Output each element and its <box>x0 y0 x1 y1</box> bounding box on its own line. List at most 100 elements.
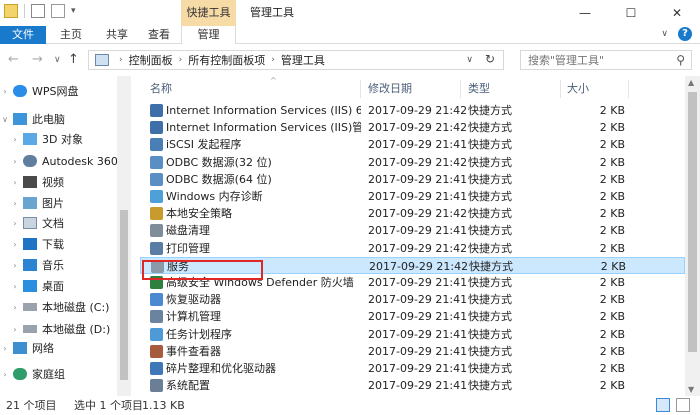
nav-item-music[interactable]: › 音乐 <box>10 254 64 276</box>
file-row[interactable]: 计算机管理 2017-09-29 21:41 快捷方式 2 KB <box>140 308 685 325</box>
nav-scrollbar[interactable] <box>117 76 131 396</box>
column-separator[interactable] <box>460 80 461 98</box>
file-row[interactable]: ODBC 数据源(32 位) 2017-09-29 21:42 快捷方式 2 KB <box>140 154 685 171</box>
file-row[interactable]: Internet Information Services (IIS) 6.0.… <box>140 102 685 119</box>
column-separator[interactable] <box>628 80 629 98</box>
file-list-scrollbar[interactable]: ▲ ▼ <box>685 76 700 396</box>
tab-manage[interactable]: 管理 <box>181 26 236 45</box>
highlight-annotation-box <box>142 260 263 280</box>
nav-item-videos[interactable]: › 视频 <box>10 171 64 193</box>
document-icon <box>23 217 37 229</box>
nav-item-downloads[interactable]: › 下载 <box>10 233 64 255</box>
file-date: 2017-09-29 21:42 <box>368 207 468 221</box>
address-bar[interactable]: › 控制面板 › 所有控制面板项 › 管理工具 ∨ ↻ <box>88 50 504 70</box>
tab-view[interactable]: 查看 <box>142 26 176 44</box>
breadcrumb-control-panel[interactable]: 控制面板 <box>129 52 173 68</box>
expand-icon[interactable]: › <box>10 199 20 208</box>
breadcrumb-admin-tools[interactable]: 管理工具 <box>281 52 325 68</box>
expand-icon[interactable]: › <box>10 157 20 166</box>
file-list-scrollbar-thumb[interactable] <box>688 92 697 352</box>
new-folder-icon[interactable] <box>51 4 65 18</box>
file-row[interactable]: 任务计划程序 2017-09-29 21:41 快捷方式 2 KB <box>140 326 685 343</box>
column-header-date[interactable]: 修改日期 <box>368 78 412 100</box>
sort-ascending-icon: ^ <box>270 76 277 85</box>
search-icon[interactable]: ⚲ <box>676 53 685 67</box>
scroll-down-icon[interactable]: ▼ <box>688 385 694 394</box>
expand-icon[interactable]: › <box>10 325 20 334</box>
breadcrumb-separator-icon[interactable]: › <box>119 55 123 65</box>
nav-item-homegroup[interactable]: › 家庭组 <box>0 363 65 385</box>
picture-icon <box>23 197 37 209</box>
file-type: 快捷方式 <box>468 293 512 307</box>
nav-item-documents[interactable]: › 文档 <box>10 212 64 234</box>
expand-icon[interactable]: › <box>10 261 20 270</box>
item-count: 21 个项目 <box>6 399 57 412</box>
expand-icon[interactable]: › <box>0 87 10 96</box>
large-icons-view-icon[interactable] <box>676 398 690 412</box>
details-view-icon[interactable] <box>656 398 670 412</box>
file-row[interactable]: 碎片整理和优化驱动器 2017-09-29 21:41 快捷方式 2 KB <box>140 360 685 377</box>
nav-item-wps-cloud[interactable]: › WPS网盘 <box>0 80 79 102</box>
nav-item-label: 此电脑 <box>32 113 65 126</box>
chevron-down-icon[interactable]: ▾ <box>71 6 76 16</box>
music-icon <box>23 259 37 271</box>
search-input[interactable] <box>528 53 668 67</box>
nav-item-pictures[interactable]: › 图片 <box>10 192 64 214</box>
expand-icon[interactable]: › <box>10 135 20 144</box>
column-header-name[interactable]: 名称 <box>150 78 172 100</box>
file-row[interactable]: 打印管理 2017-09-29 21:42 快捷方式 2 KB <box>140 240 685 257</box>
nav-item-desktop[interactable]: › 桌面 <box>10 275 64 297</box>
scroll-up-icon[interactable]: ▲ <box>688 78 694 87</box>
file-row[interactable]: Internet Information Services (IIS)管... 2… <box>140 119 685 136</box>
tab-share[interactable]: 共享 <box>100 26 134 44</box>
column-header-size[interactable]: 大小 <box>567 78 589 100</box>
nav-item-this-pc[interactable]: ∨ 此电脑 <box>0 108 65 130</box>
expand-icon[interactable]: › <box>10 219 20 228</box>
tab-home[interactable]: 主页 <box>56 26 86 44</box>
expand-icon[interactable]: › <box>10 240 20 249</box>
refresh-icon[interactable]: ↻ <box>485 52 495 66</box>
help-icon[interactable]: ? <box>678 27 692 41</box>
file-row[interactable]: 恢复驱动器 2017-09-29 21:41 快捷方式 2 KB <box>140 291 685 308</box>
column-header-type[interactable]: 类型 <box>468 78 490 100</box>
file-row[interactable]: Windows 内存诊断 2017-09-29 21:41 快捷方式 2 KB <box>140 188 685 205</box>
file-row[interactable]: 本地安全策略 2017-09-29 21:42 快捷方式 2 KB <box>140 205 685 222</box>
address-dropdown-icon[interactable]: ∨ <box>466 55 473 65</box>
drive-icon <box>23 303 37 311</box>
expand-icon[interactable]: › <box>10 303 20 312</box>
breadcrumb-separator-icon[interactable]: › <box>271 55 275 65</box>
forward-arrow-icon[interactable]: → <box>32 52 43 67</box>
breadcrumb-all-items[interactable]: 所有控制面板项 <box>188 52 265 68</box>
nav-item-autodesk[interactable]: › Autodesk 360 <box>10 150 118 172</box>
expand-icon[interactable]: › <box>0 370 10 379</box>
nav-item-label: 网络 <box>32 342 54 355</box>
minimize-button[interactable]: — <box>562 0 608 26</box>
back-arrow-icon[interactable]: ← <box>8 52 19 67</box>
column-separator[interactable] <box>360 80 361 98</box>
expand-icon[interactable]: › <box>0 344 10 353</box>
file-row[interactable]: 系统配置 2017-09-29 21:41 快捷方式 2 KB <box>140 377 685 394</box>
nav-scrollbar-thumb[interactable] <box>120 210 128 380</box>
nav-item-drive-c[interactable]: › 本地磁盘 (C:) <box>10 296 109 318</box>
file-row[interactable]: ODBC 数据源(64 位) 2017-09-29 21:41 快捷方式 2 KB <box>140 171 685 188</box>
file-size: 2 KB <box>599 190 625 203</box>
tab-file[interactable]: 文件 <box>0 26 46 44</box>
nav-item-network[interactable]: › 网络 <box>0 337 54 359</box>
breadcrumb-separator-icon[interactable]: › <box>179 55 183 65</box>
expand-icon[interactable]: › <box>10 178 20 187</box>
up-arrow-icon[interactable]: ↑ <box>68 52 79 67</box>
expand-icon[interactable]: › <box>10 282 20 291</box>
collapse-icon[interactable]: ∨ <box>0 115 10 124</box>
expand-ribbon-icon[interactable]: ∨ <box>661 29 668 39</box>
close-button[interactable]: ✕ <box>654 0 700 26</box>
file-row[interactable]: 事件查看器 2017-09-29 21:41 快捷方式 2 KB <box>140 343 685 360</box>
folder-icon[interactable] <box>4 4 18 18</box>
properties-icon[interactable] <box>31 4 45 18</box>
recent-locations-icon[interactable]: ∨ <box>54 55 61 65</box>
nav-item-3d-objects[interactable]: › 3D 对象 <box>10 128 83 150</box>
column-separator[interactable] <box>560 80 561 98</box>
file-row[interactable]: iSCSI 发起程序 2017-09-29 21:41 快捷方式 2 KB <box>140 136 685 153</box>
file-size: 2 KB <box>599 138 625 152</box>
file-row[interactable]: 磁盘清理 2017-09-29 21:41 快捷方式 2 KB <box>140 222 685 239</box>
maximize-button[interactable]: ☐ <box>608 0 654 26</box>
